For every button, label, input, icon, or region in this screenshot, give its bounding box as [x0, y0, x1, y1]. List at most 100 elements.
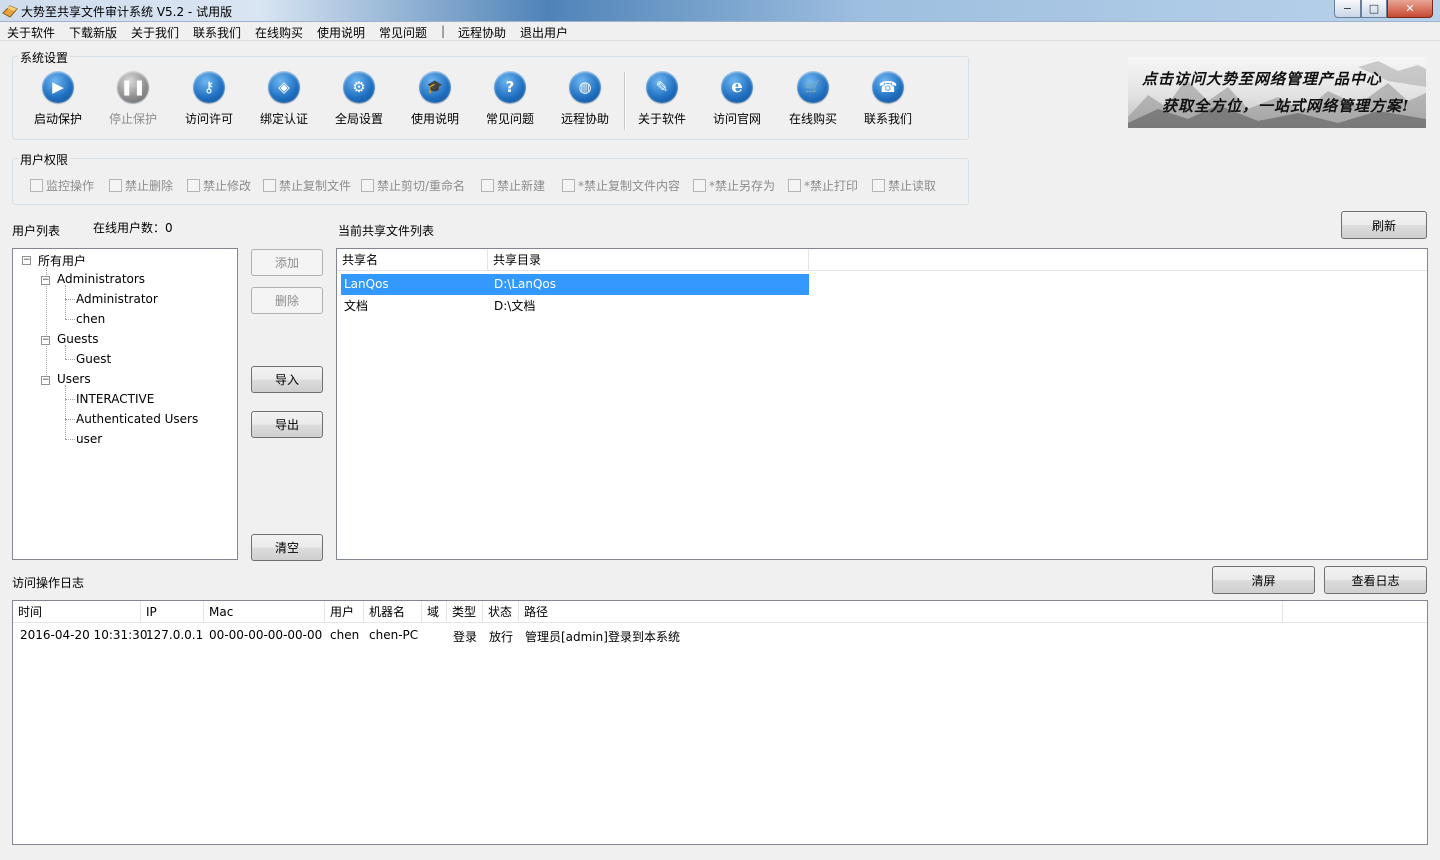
- column-path[interactable]: 路径: [519, 601, 1283, 623]
- official-site-button[interactable]: e 访问官网: [707, 71, 767, 127]
- stop-protection-button[interactable]: ❚❚ 停止保护: [103, 71, 163, 127]
- user-tree[interactable]: − 所有用户 − Administrators Administrator ch…: [12, 248, 238, 560]
- tree-user-authenticated-users[interactable]: Authenticated Users: [76, 412, 198, 426]
- global-settings-button[interactable]: ⚙ 全局设置: [329, 71, 389, 127]
- export-button[interactable]: 导出: [251, 411, 323, 438]
- perm-no-copy-file-checkbox[interactable]: 禁止复制文件: [263, 177, 351, 194]
- menu-faq[interactable]: 常见问题: [379, 24, 427, 41]
- question-icon: ?: [494, 71, 526, 103]
- minimize-button[interactable]: −: [1334, 0, 1361, 18]
- tree-root-all-users[interactable]: 所有用户: [38, 252, 86, 269]
- access-permission-button[interactable]: ⚷ 访问许可: [179, 71, 239, 127]
- clear-button[interactable]: 清空: [251, 534, 323, 561]
- share-list-label: 当前共享文件列表: [338, 224, 435, 238]
- system-settings-label: 系统设置: [18, 49, 71, 66]
- share-name-cell: 文档: [344, 299, 369, 313]
- user-list-label: 用户列表: [12, 224, 61, 238]
- import-button[interactable]: 导入: [251, 366, 323, 393]
- menu-download-new[interactable]: 下载新版: [69, 24, 117, 41]
- window-title: 大势至共享文件审计系统 V5.2 - 试用版: [21, 5, 233, 19]
- share-list[interactable]: 共享名 共享目录 LanQos D:\LanQos 文档 D:\文档: [336, 248, 1428, 560]
- remote-assist-button[interactable]: ◍ 远程协助: [555, 71, 615, 127]
- product-center-banner[interactable]: 点击访问大势至网络管理产品中心 获取全方位，一站式网络管理方案!: [1128, 57, 1426, 128]
- menu-separator: |: [441, 24, 446, 38]
- online-user-count: 在线用户数：0: [93, 221, 173, 235]
- log-row[interactable]: 2016-04-20 10:31:30 127.0.0.1 00-00-00-0…: [13, 625, 1427, 645]
- tree-group-administrators[interactable]: Administrators: [57, 272, 145, 286]
- perm-no-create-checkbox[interactable]: 禁止新建: [481, 177, 545, 194]
- play-icon: ▶: [42, 71, 74, 103]
- perm-no-read-checkbox[interactable]: 禁止读取: [872, 177, 936, 194]
- add-button[interactable]: 添加: [251, 249, 323, 276]
- user-permissions-label: 用户权限: [18, 151, 71, 168]
- menu-about-us[interactable]: 关于我们: [131, 24, 179, 41]
- maximize-button[interactable]: □: [1361, 0, 1387, 18]
- share-name-cell: LanQos: [344, 277, 389, 291]
- perm-no-delete-checkbox[interactable]: 禁止删除: [109, 177, 173, 194]
- column-ip[interactable]: IP: [141, 601, 204, 623]
- menu-instructions[interactable]: 使用说明: [317, 24, 365, 41]
- clear-screen-button[interactable]: 清屏: [1212, 566, 1315, 594]
- access-log-list[interactable]: 时间 IP Mac 用户 机器名 域 类型 状态 路径 2016-04-20 1…: [12, 600, 1428, 845]
- column-machine[interactable]: 机器名: [364, 601, 422, 623]
- menu-contact-us[interactable]: 联系我们: [193, 24, 241, 41]
- bind-auth-button[interactable]: ◈ 绑定认证: [254, 71, 314, 127]
- banner-line-2: 获取全方位，一站式网络管理方案!: [1162, 97, 1410, 115]
- column-status[interactable]: 状态: [483, 601, 519, 623]
- tree-user-interactive[interactable]: INTERACTIVE: [76, 392, 154, 406]
- column-share-name[interactable]: 共享名: [337, 249, 488, 271]
- menu-bar: 关于软件 下载新版 关于我们 联系我们 在线购买 使用说明 常见问题 | 远程协…: [0, 22, 1440, 41]
- faq-button[interactable]: ? 常见问题: [480, 71, 540, 127]
- menu-buy-online[interactable]: 在线购买: [255, 24, 303, 41]
- contact-us-button[interactable]: ☎ 联系我们: [858, 71, 918, 127]
- key-icon: ⚷: [193, 71, 225, 103]
- share-path-cell: D:\文档: [494, 299, 536, 313]
- tree-user-user[interactable]: user: [76, 432, 102, 446]
- perm-no-modify-checkbox[interactable]: 禁止修改: [187, 177, 251, 194]
- collapse-toggle-icon[interactable]: −: [41, 376, 50, 385]
- collapse-toggle-icon[interactable]: −: [41, 336, 50, 345]
- view-log-button[interactable]: 查看日志: [1324, 566, 1427, 594]
- phone-icon: ☎: [872, 71, 904, 103]
- start-protection-button[interactable]: ▶ 启动保护: [28, 71, 88, 127]
- buy-online-button[interactable]: 🛒 在线购买: [783, 71, 843, 127]
- about-software-button[interactable]: ✎ 关于软件: [632, 71, 692, 127]
- refresh-button[interactable]: 刷新: [1341, 211, 1427, 239]
- tree-user-administrator[interactable]: Administrator: [76, 292, 158, 306]
- share-list-header: 共享名 共享目录: [337, 249, 1427, 271]
- perm-no-save-as-checkbox[interactable]: *禁止另存为: [693, 177, 775, 194]
- log-list-header: 时间 IP Mac 用户 机器名 域 类型 状态 路径: [13, 601, 1427, 623]
- tree-group-guests[interactable]: Guests: [57, 332, 99, 346]
- column-domain[interactable]: 域: [422, 601, 447, 623]
- share-row[interactable]: 文档 D:\文档: [341, 295, 809, 315]
- collapse-toggle-icon[interactable]: −: [22, 256, 31, 265]
- app-logo-icon: [2, 5, 18, 18]
- column-user[interactable]: 用户: [325, 601, 364, 623]
- column-time[interactable]: 时间: [13, 601, 141, 623]
- menu-about-software[interactable]: 关于软件: [7, 24, 55, 41]
- share-row-selected[interactable]: LanQos D:\LanQos: [341, 274, 809, 295]
- access-log-label: 访问操作日志: [12, 576, 85, 590]
- collapse-toggle-icon[interactable]: −: [41, 276, 50, 285]
- title-bar: 大势至共享文件审计系统 V5.2 - 试用版 − □ ✕: [0, 0, 1440, 22]
- document-icon: ✎: [646, 71, 678, 103]
- perm-monitor-checkbox[interactable]: 监控操作: [30, 177, 94, 194]
- close-button[interactable]: ✕: [1387, 0, 1433, 18]
- column-share-path[interactable]: 共享目录: [488, 249, 809, 271]
- graduation-cap-icon: 🎓: [419, 71, 451, 103]
- shield-icon: ◈: [268, 71, 300, 103]
- perm-no-cut-rename-checkbox[interactable]: 禁止剪切/重命名: [361, 177, 465, 194]
- banner-line-1: 点击访问大势至网络管理产品中心: [1142, 70, 1383, 88]
- menu-logout[interactable]: 退出用户: [520, 24, 568, 41]
- tree-user-chen[interactable]: chen: [76, 312, 105, 326]
- delete-button[interactable]: 删除: [251, 287, 323, 314]
- tree-user-guest[interactable]: Guest: [76, 352, 111, 366]
- tree-group-users[interactable]: Users: [57, 372, 91, 386]
- menu-remote-assist[interactable]: 远程协助: [458, 24, 506, 41]
- column-type[interactable]: 类型: [447, 601, 483, 623]
- instructions-button[interactable]: 🎓 使用说明: [405, 71, 465, 127]
- perm-no-print-checkbox[interactable]: *禁止打印: [788, 177, 858, 194]
- toolbar-separator: [624, 72, 625, 130]
- perm-no-copy-content-checkbox[interactable]: *禁止复制文件内容: [562, 177, 680, 194]
- column-mac[interactable]: Mac: [204, 601, 325, 623]
